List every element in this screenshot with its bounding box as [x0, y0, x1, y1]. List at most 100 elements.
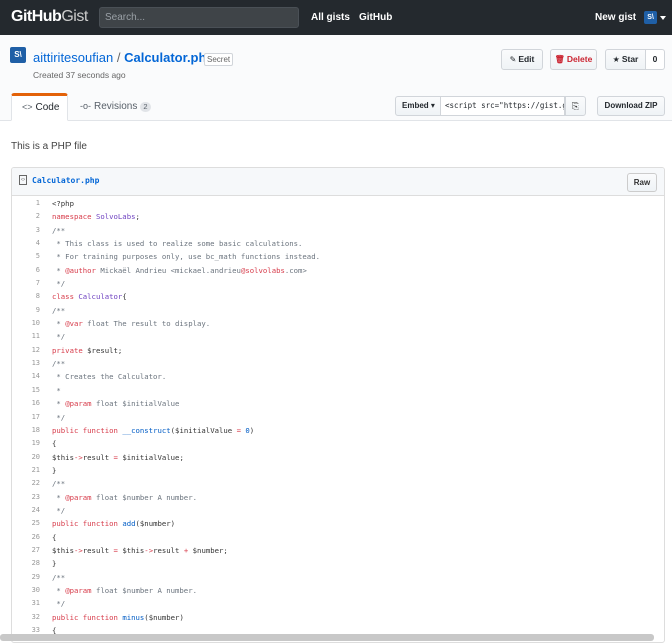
pencil-icon: ✎	[509, 55, 517, 64]
line-number[interactable]: 29	[12, 571, 40, 584]
line-source: * Creates the Calculator.	[52, 372, 167, 382]
file-header: ‹› Calculator.php Raw	[12, 168, 664, 196]
line-number[interactable]: 27	[12, 544, 40, 557]
revisions-count-badge: 2	[140, 102, 151, 112]
line-number[interactable]: 13	[12, 357, 40, 370]
line-number[interactable]: 21	[12, 464, 40, 477]
line-number[interactable]: 1	[12, 197, 40, 210]
edit-button[interactable]: ✎ Edit	[501, 49, 543, 70]
line-number[interactable]: 5	[12, 250, 40, 263]
line-source: }	[52, 559, 57, 569]
code-viewer: 1 <?php 2 namespace SolvoLabs; 3 /** 4 * This …	[12, 197, 664, 637]
line-number[interactable]: 20	[12, 451, 40, 464]
gist-filename-link[interactable]: Calculator.php	[124, 50, 214, 65]
download-zip-button[interactable]: Download ZIP	[597, 96, 665, 116]
top-navbar: GitHubGist Search... All gists GitHub Ne…	[0, 0, 672, 35]
tab-code[interactable]: <> Code	[11, 93, 68, 121]
code-line: 4 * This class is used to realize some b…	[12, 237, 664, 250]
line-number[interactable]: 14	[12, 370, 40, 383]
line-source: <?php	[52, 199, 74, 208]
line-source: public function __construct($initialValu…	[52, 425, 255, 435]
line-number[interactable]: 18	[12, 424, 40, 437]
line-number[interactable]: 30	[12, 584, 40, 597]
code-line: 12 private $result;	[12, 344, 664, 357]
code-line: 14 * Creates the Calculator.	[12, 370, 664, 383]
line-number[interactable]: 8	[12, 290, 40, 303]
github-gist-logo[interactable]: GitHubGist	[11, 8, 88, 26]
line-source: /**	[52, 479, 66, 489]
code-line: 28}	[12, 557, 664, 570]
line-number[interactable]: 26	[12, 531, 40, 544]
code-line: 19 {	[12, 437, 664, 450]
line-number[interactable]: 17	[12, 411, 40, 424]
line-source: */	[52, 279, 66, 289]
code-line: 11 */	[12, 330, 664, 343]
code-line: 8 class Calculator{	[12, 290, 664, 303]
line-source: * @author Mickaël Andrieu <mickael.andri…	[52, 265, 307, 275]
nav-all-gists[interactable]: All gists	[311, 12, 350, 23]
tab-revisions[interactable]: -o- Revisions 2	[80, 93, 151, 121]
code-line: 7 */	[12, 277, 664, 290]
line-number[interactable]: 25	[12, 517, 40, 530]
line-number[interactable]: 9	[12, 304, 40, 317]
raw-button[interactable]: Raw	[627, 173, 657, 192]
code-line: 10 * @var float The result to display.	[12, 317, 664, 330]
line-number[interactable]: 23	[12, 491, 40, 504]
line-number[interactable]: 15	[12, 384, 40, 397]
line-number[interactable]: 10	[12, 317, 40, 330]
line-source: /**	[52, 225, 66, 235]
line-number[interactable]: 32	[12, 611, 40, 624]
line-number[interactable]: 2	[12, 210, 40, 223]
delete-button[interactable]: 🗑 Delete	[550, 49, 597, 70]
chevron-down-icon[interactable]	[660, 16, 666, 20]
line-number[interactable]: 11	[12, 330, 40, 343]
clipboard-icon[interactable]: ⎘	[565, 96, 586, 116]
embed-dropdown-button[interactable]: Embed ▾	[395, 96, 441, 116]
line-source: */	[52, 412, 66, 422]
line-source: /**	[52, 572, 66, 582]
user-avatar-menu[interactable]: S\	[644, 11, 657, 24]
line-source: * @var float The result to display.	[52, 319, 211, 329]
title-separator: /	[116, 50, 121, 65]
file-name-link[interactable]: Calculator.php	[32, 176, 99, 185]
line-source: /**	[52, 359, 66, 369]
code-line: 25 public function add($number)	[12, 517, 664, 530]
line-number[interactable]: 3	[12, 224, 40, 237]
line-source: */	[52, 599, 66, 609]
owner-avatar[interactable]: S\	[10, 47, 26, 63]
line-number[interactable]: 12	[12, 344, 40, 357]
line-number[interactable]: 7	[12, 277, 40, 290]
line-number[interactable]: 22	[12, 477, 40, 490]
code-line: 5 * For training purposes only, use bc_m…	[12, 250, 664, 263]
star-button[interactable]: ★ Star	[605, 49, 646, 70]
line-number[interactable]: 31	[12, 597, 40, 610]
search-input[interactable]: Search...	[99, 7, 299, 28]
line-source: }	[52, 465, 57, 475]
code-line: 23 * @param float $number A number.	[12, 491, 664, 504]
line-number[interactable]: 16	[12, 397, 40, 410]
line-source: * This class is used to realize some bas…	[52, 239, 303, 249]
code-line: 6 * @author Mickaël Andrieu <mickael.and…	[12, 264, 664, 277]
code-line: 1 <?php	[12, 197, 664, 210]
line-source: $this->result = $this->result + $number;	[52, 545, 228, 555]
code-icon: <>	[22, 102, 33, 112]
line-source: */	[52, 332, 66, 342]
line-source: private $result;	[52, 345, 123, 355]
horizontal-scrollbar[interactable]	[0, 634, 654, 641]
secret-label: Secret	[204, 53, 234, 66]
gist-description: This is a PHP file	[11, 141, 87, 152]
new-gist-link[interactable]: New gist	[595, 12, 636, 23]
code-line: 22 /**	[12, 477, 664, 490]
line-number[interactable]: 6	[12, 264, 40, 277]
file-code-icon: ‹›	[19, 175, 27, 185]
nav-github[interactable]: GitHub	[359, 12, 392, 23]
line-number[interactable]: 24	[12, 504, 40, 517]
line-number[interactable]: 19	[12, 437, 40, 450]
line-source: {	[52, 532, 57, 542]
star-count[interactable]: 0	[646, 49, 665, 70]
line-number[interactable]: 28	[12, 557, 40, 570]
embed-url-input[interactable]: <script src="https://gist.github.com/	[441, 96, 565, 116]
owner-link[interactable]: aittiritesoufian	[33, 50, 113, 65]
trash-icon: 🗑	[554, 55, 565, 64]
line-number[interactable]: 4	[12, 237, 40, 250]
